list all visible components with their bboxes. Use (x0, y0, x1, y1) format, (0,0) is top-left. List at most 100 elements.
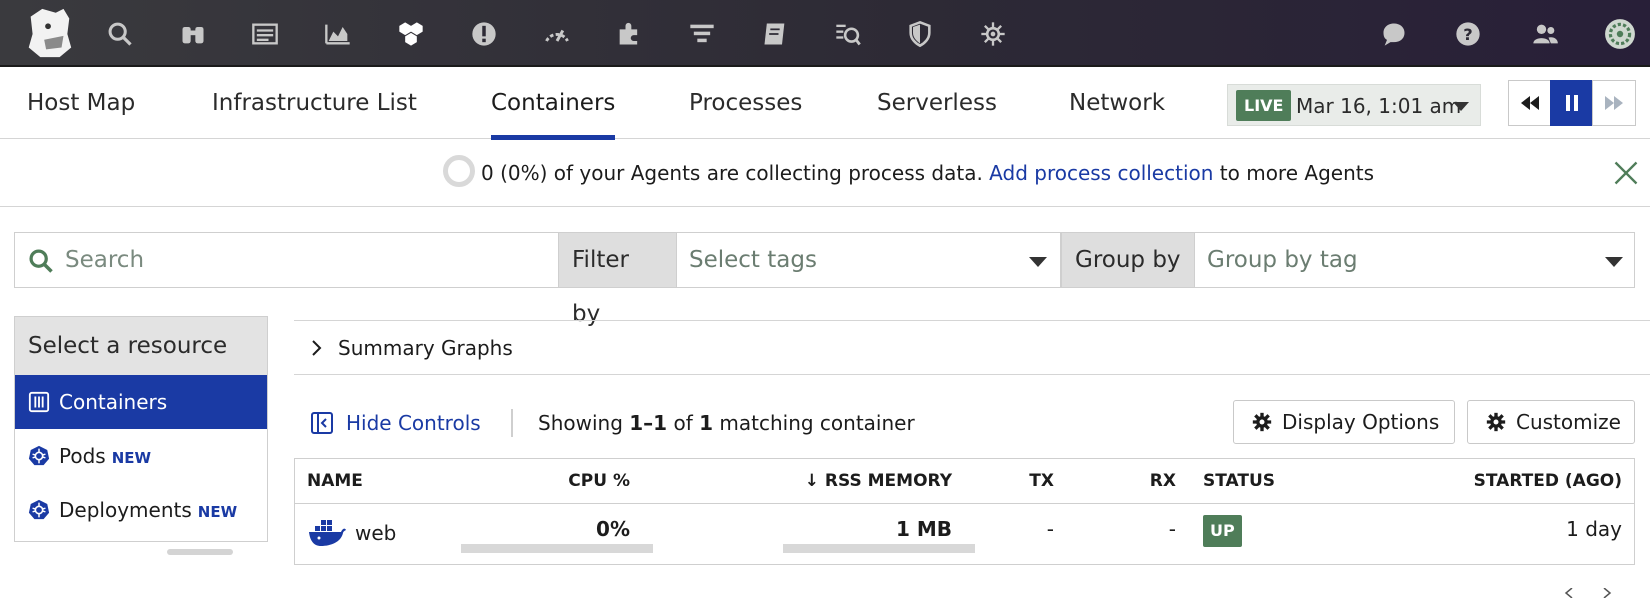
banner-text: 0 (0%) of your Agents are collecting pro… (481, 161, 983, 185)
memory-usage-bar (783, 544, 975, 553)
tab-serverless[interactable]: Serverless (877, 67, 997, 139)
logs-icon[interactable] (682, 14, 722, 54)
tab-host-map[interactable]: Host Map (27, 67, 135, 139)
chevron-down-icon (1453, 102, 1469, 111)
infrastructure-icon[interactable] (391, 14, 431, 54)
avatar[interactable] (1600, 14, 1640, 54)
process-collection-banner: 0 (0%) of your Agents are collecting pro… (0, 139, 1650, 207)
containers-icon (28, 391, 50, 413)
pause-button[interactable] (1550, 80, 1594, 126)
cell-started: 1 day (1566, 517, 1622, 541)
customize-label: Customize (1516, 410, 1621, 434)
column-header-started[interactable]: STARTED (AGO) (1474, 459, 1622, 503)
search-icon[interactable] (100, 14, 140, 54)
resize-handle[interactable] (167, 549, 233, 555)
resource-item-pods[interactable]: Pods NEW (15, 429, 267, 483)
gear-icon (1252, 412, 1272, 432)
hide-controls-button[interactable]: Hide Controls (310, 407, 481, 439)
cell-name[interactable]: web (355, 504, 396, 565)
hide-controls-label: Hide Controls (346, 411, 481, 435)
dashboard-icon[interactable] (245, 14, 285, 54)
group-by-select[interactable]: Group by tag (1194, 232, 1635, 288)
resource-item-containers[interactable]: Containers (15, 375, 267, 429)
column-header-rx[interactable]: RX (1150, 459, 1176, 503)
monitors-icon[interactable] (464, 14, 504, 54)
fast-forward-button[interactable] (1592, 80, 1636, 126)
tab-infrastructure-list[interactable]: Infrastructure List (212, 67, 417, 139)
shield-icon[interactable] (900, 14, 940, 54)
tab-containers[interactable]: Containers (491, 67, 616, 140)
search-placeholder: Search (65, 247, 145, 273)
display-options-label: Display Options (1282, 410, 1440, 434)
search-icon (29, 249, 53, 273)
security-icon[interactable] (828, 14, 868, 54)
integrations-icon[interactable] (609, 14, 649, 54)
cell-cpu: 0% (596, 517, 630, 541)
chat-icon[interactable] (1374, 14, 1414, 54)
search-input[interactable]: Search (14, 232, 560, 288)
team-icon[interactable] (1525, 14, 1565, 54)
chevron-down-icon (1605, 257, 1623, 267)
result-count-prefix: Showing (538, 411, 623, 435)
add-process-collection-link[interactable]: Add process collection (989, 161, 1213, 185)
result-count-suffix: matching container (719, 411, 915, 435)
live-badge: LIVE (1236, 90, 1292, 121)
time-selector[interactable]: LIVE Mar 16, 1:01 am (1227, 84, 1481, 126)
containers-table: NAME CPU % ↓ RSS MEMORY TX RX STATUS STA… (294, 458, 1635, 565)
status-badge: UP (1203, 515, 1242, 547)
column-header-status[interactable]: STATUS (1203, 459, 1275, 503)
notebooks-icon[interactable] (755, 14, 795, 54)
tab-processes[interactable]: Processes (689, 67, 802, 139)
group-by-label: Group by (1061, 232, 1195, 288)
resource-panel: Select a resource (6) Containers Pods NEW… (14, 316, 268, 542)
new-badge: NEW (197, 503, 238, 521)
column-header-cpu[interactable]: CPU % (568, 459, 630, 503)
time-selector-date: Mar 16, 1:01 am (1296, 94, 1462, 118)
collapse-panel-icon (311, 412, 333, 434)
chart-icon[interactable] (318, 14, 358, 54)
rewind-button[interactable] (1508, 80, 1552, 126)
kubernetes-icon (28, 445, 50, 466)
result-count-total: 1 (699, 411, 714, 435)
svg-text:?: ? (1463, 25, 1472, 44)
chevron-right-icon (312, 340, 322, 356)
customize-button[interactable]: Customize (1467, 400, 1635, 444)
pagination-arrows[interactable] (1560, 588, 1620, 598)
datadog-logo[interactable] (20, 4, 78, 62)
column-header-name[interactable]: NAME (307, 459, 363, 503)
column-header-tx[interactable]: TX (1029, 459, 1054, 503)
resource-panel-header: Select a resource (6) (15, 317, 267, 417)
divider (511, 409, 513, 437)
close-icon[interactable] (1612, 159, 1640, 187)
cell-rx: - (1168, 517, 1176, 541)
binoculars-icon[interactable] (173, 14, 213, 54)
pause-icon (1566, 95, 1578, 111)
filter-by-label: Filter by (558, 232, 677, 327)
header-divider (295, 503, 1634, 504)
banner-suffix: to more Agents (1219, 161, 1374, 185)
tab-network[interactable]: Network (1069, 67, 1165, 139)
cell-tx: - (1046, 517, 1054, 541)
group-by-placeholder: Group by tag (1207, 247, 1358, 273)
filter-tags-select[interactable]: Select tags (676, 232, 1061, 288)
resource-item-deployments[interactable]: Deployments NEW (15, 483, 267, 537)
resource-item-label: Pods (59, 444, 106, 468)
docker-icon (309, 520, 346, 546)
chevron-down-icon (1029, 257, 1047, 267)
display-options-button[interactable]: Display Options (1233, 400, 1455, 444)
column-header-rss-memory[interactable]: ↓ RSS MEMORY (805, 459, 952, 503)
result-count-of: of (673, 411, 693, 435)
cell-memory: 1 MB (895, 517, 952, 541)
summary-graphs-toggle[interactable]: Summary Graphs (294, 320, 1650, 375)
result-count: Showing 1–1 of 1 matching container (538, 407, 915, 439)
top-navigation-bar: ? (0, 0, 1650, 67)
banner-message: 0 (0%) of your Agents are collecting pro… (481, 139, 1374, 207)
resource-item-label: Deployments (59, 498, 192, 522)
summary-graphs-label: Summary Graphs (338, 336, 513, 360)
synthetics-icon[interactable] (973, 14, 1013, 54)
resource-item-label: Containers (59, 390, 168, 414)
help-icon[interactable]: ? (1448, 14, 1488, 54)
result-count-range: 1–1 (629, 411, 668, 435)
apm-icon[interactable] (537, 14, 577, 54)
cpu-usage-bar (461, 544, 653, 553)
